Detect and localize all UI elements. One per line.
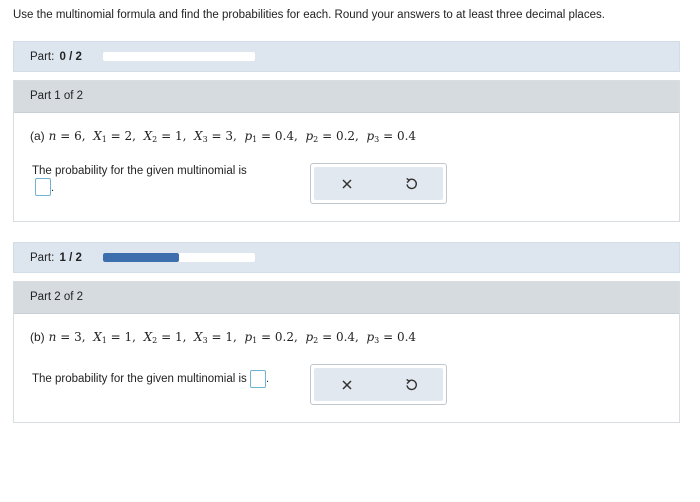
x3-value: 3 [225, 129, 233, 143]
part-progress-bar-1: Part: 0 / 2 [13, 41, 680, 72]
problem-label: (a) [30, 129, 45, 143]
problem-statement: (b) n = 3, X1 = 1, X2 = 1, X3 = 1, p1 = 0… [30, 330, 417, 345]
part-progress-value: 0 / 2 [59, 51, 82, 63]
x1-value: 2 [124, 129, 133, 143]
part-header-title: Part 1 of 2 [30, 90, 84, 102]
p3-value: 0.4 [396, 129, 417, 143]
part-header: Part 2 of 2 [14, 282, 679, 314]
progress-track [103, 253, 255, 262]
p2-value: 0.4 [335, 330, 356, 344]
part-header: Part 1 of 2 [14, 81, 679, 113]
p3-value: 0.4 [396, 330, 417, 344]
x2-value: 1 [174, 330, 183, 344]
part-label: Part: [30, 252, 55, 264]
x-icon [341, 379, 352, 390]
part-card-1: Part 1 of 2 (a) n = 6, X1 = 2, X2 = 1, X3… [13, 80, 680, 222]
x-icon [341, 178, 352, 189]
part-progress-bar-2: Part: 1 / 2 [13, 242, 680, 273]
answer-prompt: The probability for the given multinomia… [32, 165, 247, 177]
answer-prompt: The probability for the given multinomia… [32, 373, 247, 386]
progress-fill [103, 253, 179, 262]
n-value: 3 [74, 330, 82, 344]
clear-button[interactable] [314, 167, 379, 200]
x2-value: 1 [174, 129, 183, 143]
part-header-title: Part 2 of 2 [30, 291, 84, 303]
answer-tools [310, 364, 447, 405]
part-label: Part: [30, 51, 55, 63]
part-progress-value: 1 / 2 [59, 252, 82, 264]
undo-button[interactable] [379, 368, 444, 401]
p2-value: 0.2 [335, 129, 356, 143]
undo-icon [406, 378, 417, 391]
answer-input[interactable] [35, 178, 51, 196]
problem-statement: (a) n = 6, X1 = 2, X2 = 1, X3 = 3, p1 = 0… [30, 129, 417, 144]
undo-icon [406, 177, 417, 190]
part-card-2: Part 2 of 2 (b) n = 3, X1 = 1, X2 = 1, X3… [13, 281, 680, 423]
problem-label: (b) [30, 330, 45, 344]
answer-tools [310, 163, 447, 204]
instructions-text: Use the multinomial formula and find the… [13, 9, 605, 21]
p1-value: 0.4 [274, 129, 295, 143]
p1-value: 0.2 [274, 330, 295, 344]
answer-input[interactable] [249, 370, 266, 388]
clear-button[interactable] [314, 368, 379, 401]
x1-value: 1 [124, 330, 133, 344]
n-value: 6 [74, 129, 82, 143]
undo-button[interactable] [379, 167, 444, 200]
progress-track [103, 52, 255, 61]
x3-value: 1 [225, 330, 233, 344]
